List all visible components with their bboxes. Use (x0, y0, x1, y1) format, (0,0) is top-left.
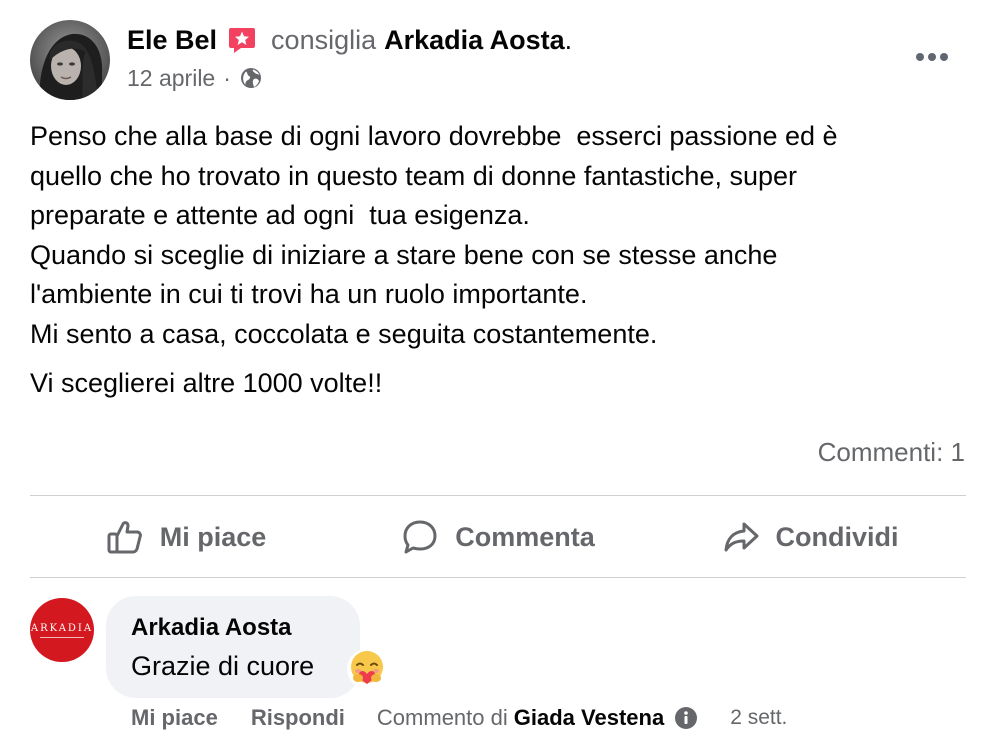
logo-underline (40, 636, 84, 638)
recommendation-post: Ele Bel consiglia Arkadia Aosta . 12 apr… (0, 0, 1000, 746)
divider (30, 495, 966, 496)
period: . (564, 25, 573, 55)
star-badge-icon (227, 25, 257, 55)
post-text-line: Mi sento a casa, coccolata e seguita cos… (30, 318, 658, 349)
post-date[interactable]: 12 aprile (127, 63, 215, 93)
comment-text: Grazie di cuore (131, 651, 315, 681)
post-meta: 12 aprile · (127, 63, 572, 93)
like-button[interactable]: Mi piace (30, 497, 342, 577)
comment-bubble: Arkadia Aosta Grazie di cuore (106, 596, 360, 698)
header-text: Ele Bel consiglia Arkadia Aosta . 12 apr… (127, 20, 572, 93)
action-bar: Mi piace Commenta Condividi (30, 497, 966, 577)
more-dots-icon (916, 53, 924, 61)
post-text-line: quello che ho trovato in questo team di … (30, 160, 798, 191)
post-text-line: Penso che alla base di ogni lavoro dovre… (30, 121, 838, 151)
comment-by-name[interactable]: Giada Vestena (514, 703, 664, 733)
globe-icon[interactable] (239, 66, 263, 90)
thumbs-up-icon (107, 521, 142, 554)
post-header: Ele Bel consiglia Arkadia Aosta . 12 apr… (30, 20, 572, 100)
page-name[interactable]: Arkadia Aosta (384, 20, 565, 60)
comment-time[interactable]: 2 sett. (730, 703, 787, 733)
comment-label: Commenta (455, 521, 595, 552)
author-name[interactable]: Ele Bel (127, 20, 217, 60)
comment-like-link[interactable]: Mi piace (131, 703, 218, 733)
author-avatar[interactable] (30, 20, 110, 100)
comment-by-label: Commento di (376, 705, 508, 730)
header-line: Ele Bel consiglia Arkadia Aosta . (127, 20, 572, 60)
comment-author[interactable]: Arkadia Aosta (131, 612, 360, 644)
like-label: Mi piace (159, 521, 267, 552)
more-options-button[interactable] (912, 42, 952, 72)
post-text-line: Quando si sceglie di iniziare a stare be… (30, 239, 778, 270)
share-label: Condividi (775, 521, 899, 552)
meta-separator: · (223, 65, 231, 91)
post-text-line: l'ambiente in cui ti trovi ha un ruolo i… (30, 279, 588, 309)
more-dots-icon (928, 53, 936, 61)
post-text-line: preparate e attente ad ogni tua esigenza… (30, 200, 530, 230)
share-arrow-icon (724, 522, 758, 552)
page-logo-avatar[interactable]: ARKADIA (30, 598, 94, 662)
comment-actions: Mi piace Rispondi Commento di Giada Vest… (131, 703, 787, 733)
speech-bubble-icon (403, 520, 437, 554)
comments-count-link[interactable]: Commenti: 1 (818, 437, 965, 468)
more-dots-icon (940, 53, 948, 61)
logo-text: ARKADIA (30, 622, 94, 634)
info-icon[interactable] (674, 706, 698, 730)
post-text-line: Vi sceglierei altre 1000 volte!! (30, 368, 383, 398)
hug-emoji-icon[interactable] (346, 648, 388, 690)
share-button[interactable]: Condividi (654, 497, 966, 577)
post-body: Penso che alla base di ogni lavoro dovre… (30, 117, 970, 404)
divider (30, 577, 966, 578)
recommend-word: consiglia (271, 25, 377, 55)
comment-button[interactable]: Commenta (342, 497, 654, 577)
comment-reply-link[interactable]: Rispondi (251, 703, 345, 733)
